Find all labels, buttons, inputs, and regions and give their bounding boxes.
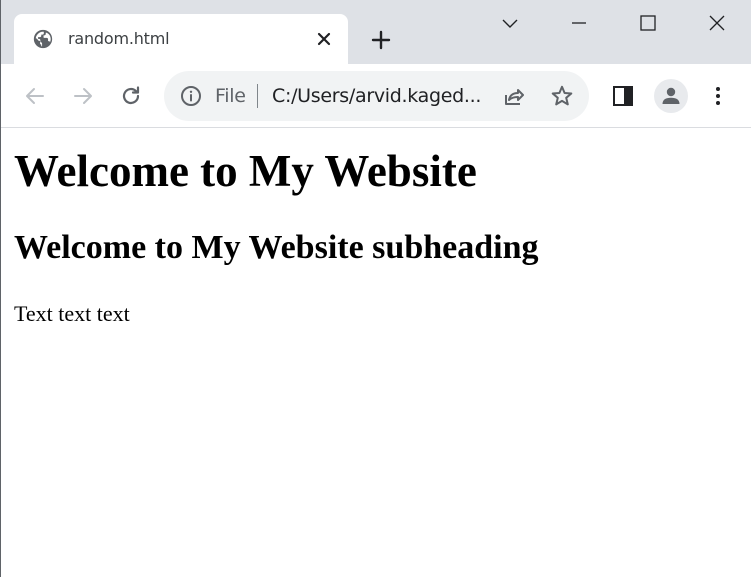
side-panel-icon[interactable] <box>611 84 635 108</box>
url-text[interactable]: C:/Users/arvid.kaged... <box>272 85 482 107</box>
browser-toolbar: File C:/Users/arvid.kaged... <box>1 64 751 128</box>
forward-arrow-icon[interactable] <box>71 84 95 108</box>
chevron-down-icon <box>502 19 518 28</box>
profile-button[interactable] <box>654 79 688 113</box>
close-window-button[interactable] <box>682 0 751 46</box>
maximize-icon <box>640 15 656 31</box>
kebab-menu-icon[interactable] <box>706 84 730 108</box>
minimize-button[interactable] <box>544 0 614 46</box>
tab-strip: random.html <box>1 0 751 64</box>
back-arrow-icon[interactable] <box>23 84 47 108</box>
page-heading: Welcome to My Website <box>14 146 477 196</box>
share-icon[interactable] <box>502 84 526 108</box>
globe-icon <box>33 29 53 49</box>
tab-title: random.html <box>68 29 170 48</box>
close-icon <box>709 15 725 31</box>
tab-search-button[interactable] <box>475 0 545 46</box>
new-tab-plus-icon[interactable] <box>369 28 393 52</box>
address-bar[interactable]: File C:/Users/arvid.kaged... <box>164 71 589 121</box>
page-content: Welcome to My Website Welcome to My Webs… <box>1 129 751 577</box>
page-paragraph: Text text text <box>14 301 130 326</box>
close-tab-icon[interactable] <box>315 30 333 48</box>
page-subheading: Welcome to My Website subheading <box>14 229 539 266</box>
tab-active[interactable]: random.html <box>14 14 348 64</box>
maximize-button[interactable] <box>613 0 683 46</box>
scheme-label: File <box>215 85 246 107</box>
browser-window: random.html File C:/Users/arvid.kaged...… <box>0 0 751 577</box>
reload-icon[interactable] <box>119 84 143 108</box>
minimize-icon <box>572 22 586 24</box>
omnibox-separator <box>257 84 258 108</box>
profile-icon <box>662 87 680 104</box>
info-icon[interactable] <box>180 85 202 107</box>
star-icon[interactable] <box>550 84 574 108</box>
